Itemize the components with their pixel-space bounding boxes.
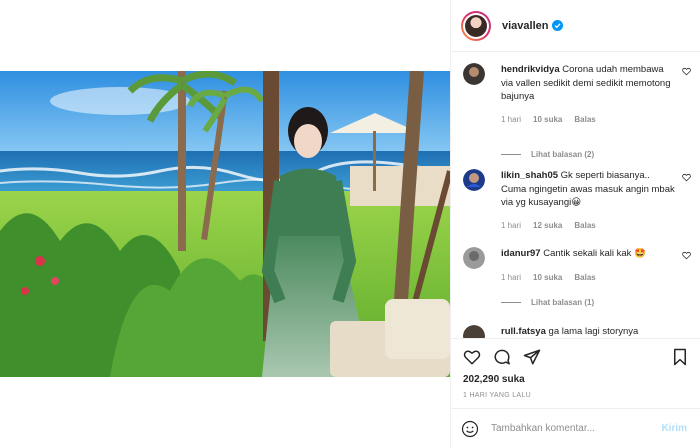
post-media-area <box>0 0 450 448</box>
like-comment-heart-icon[interactable] <box>682 173 691 182</box>
comment-time: 1 hari <box>501 115 522 124</box>
comment-input[interactable] <box>491 423 651 434</box>
comment-likes[interactable]: 10 suka <box>533 115 562 124</box>
avatar-image <box>465 14 487 37</box>
verified-badge-icon <box>552 20 564 31</box>
view-replies-button[interactable]: Lihat balasan (1) <box>501 298 594 307</box>
post-username[interactable]: viavallen <box>502 20 548 32</box>
emoji-smiley-icon[interactable] <box>461 420 479 438</box>
commenter-avatar[interactable] <box>463 325 485 338</box>
comment-username[interactable]: idanur97 <box>501 248 541 259</box>
likes-count[interactable]: 202,290 suka <box>463 374 525 385</box>
comment-username[interactable]: rull.fatsya <box>501 326 546 337</box>
comment-likes[interactable]: 10 suka <box>533 273 562 282</box>
post-side-panel: viavallen hendrikvidya Corona udah memba… <box>450 0 700 448</box>
like-comment-heart-icon[interactable] <box>682 67 691 76</box>
comment-meta: 1 hari 12 suka Balas <box>501 221 596 230</box>
like-comment-heart-icon[interactable] <box>682 251 691 260</box>
commenter-avatar[interactable] <box>463 247 485 269</box>
share-send-icon[interactable] <box>523 348 541 366</box>
beach-photo <box>0 71 450 377</box>
post-actions-bar <box>451 338 700 374</box>
comment-likes[interactable]: 12 suka <box>533 221 562 230</box>
comment-bubble-icon[interactable] <box>493 348 511 366</box>
comment-username[interactable]: likin_shah05 <box>501 170 558 181</box>
comment-time: 1 hari <box>501 273 522 282</box>
comment-meta: 1 hari 10 suka Balas <box>501 273 596 282</box>
comments-list[interactable]: hendrikvidya Corona udah membawa via val… <box>451 53 700 338</box>
reply-button[interactable]: Balas <box>574 273 595 282</box>
comment-time: 1 hari <box>501 221 522 230</box>
post-header: viavallen <box>451 0 700 52</box>
post-comment-button[interactable]: Kirim <box>661 423 687 434</box>
comment-text: ga lama lagi storynya <box>548 326 639 337</box>
avatar[interactable] <box>461 10 491 41</box>
comment-username[interactable]: hendrikvidya <box>501 64 560 75</box>
commenter-avatar[interactable] <box>463 63 485 85</box>
post-timestamp: 1 HARI YANG LALU <box>463 392 531 399</box>
post-photo[interactable] <box>0 71 450 377</box>
comment-meta: 1 hari 10 suka Balas <box>501 115 596 124</box>
add-comment-bar: Kirim <box>451 408 700 448</box>
commenter-avatar[interactable] <box>463 169 485 191</box>
like-heart-icon[interactable] <box>463 348 481 366</box>
comment-text: Cantik sekali kali kak 🤩 <box>543 248 646 259</box>
view-replies-button[interactable]: Lihat balasan (2) <box>501 150 594 159</box>
reply-button[interactable]: Balas <box>574 221 595 230</box>
bookmark-save-icon[interactable] <box>671 348 689 366</box>
reply-button[interactable]: Balas <box>574 115 595 124</box>
